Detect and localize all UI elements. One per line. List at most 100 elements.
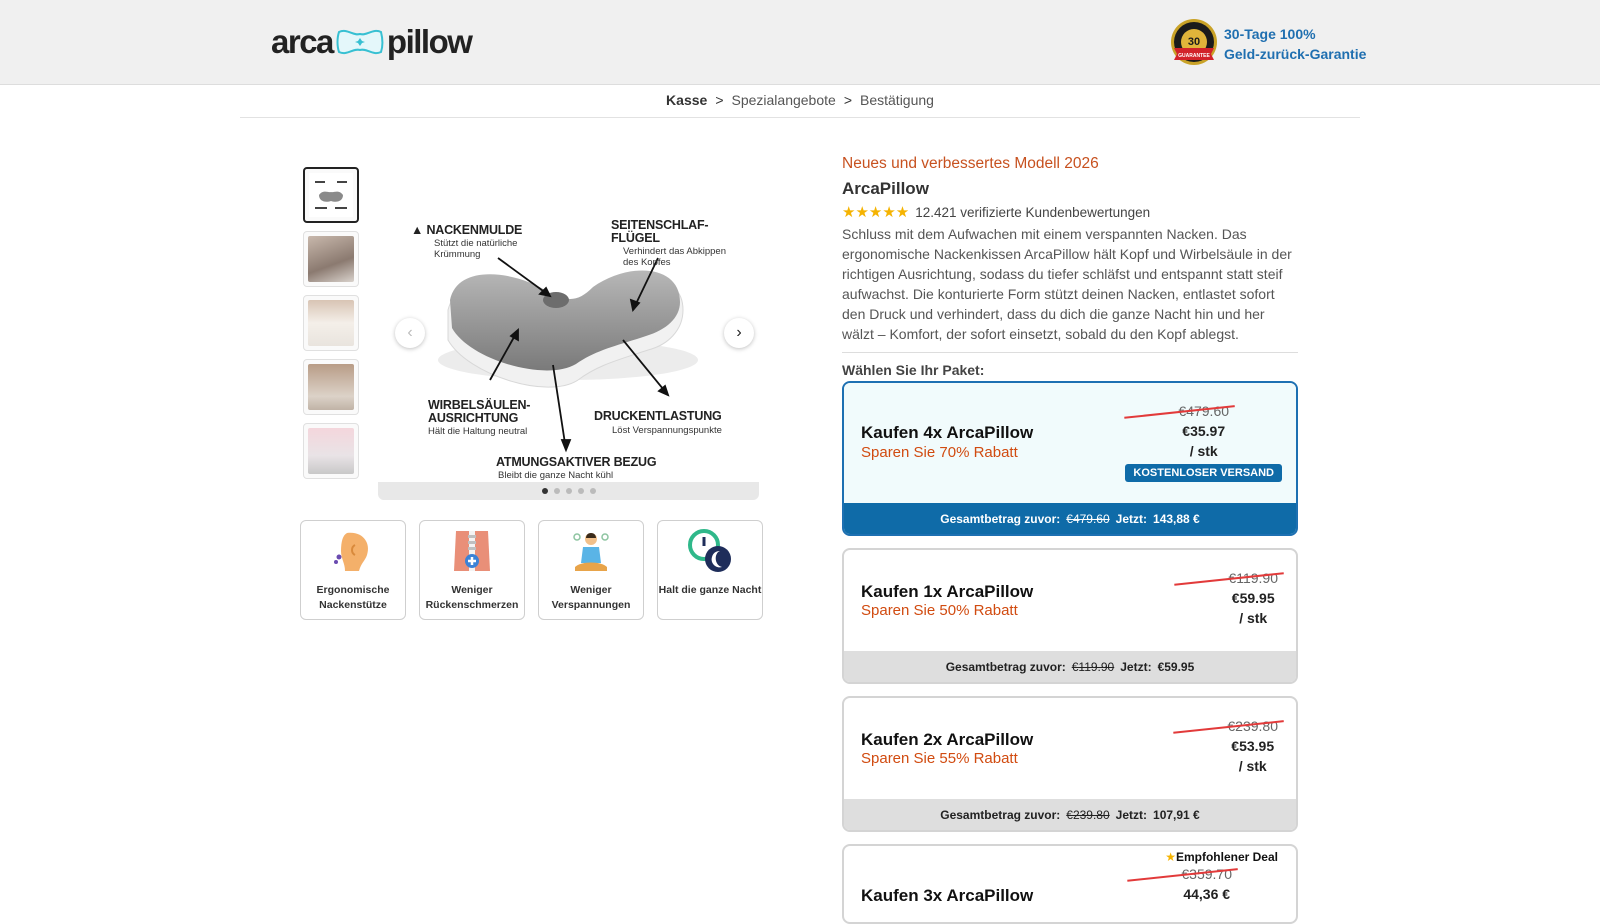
gallery-next-button[interactable]: › xyxy=(724,318,754,348)
thumbnail-list xyxy=(303,167,359,487)
gallery-dot-4[interactable] xyxy=(577,488,584,494)
feature-label: Weniger Rückenschmerzen xyxy=(425,584,519,611)
gallery-dot-5[interactable] xyxy=(589,488,596,494)
package-title: Kaufen 2x ArcaPillow xyxy=(861,730,1034,749)
neck-support-icon xyxy=(329,527,377,575)
package-title: Kaufen 1x ArcaPillow xyxy=(861,582,1034,601)
package-prices: €479.60 €35.97 / stk KOSTENLOSER VERSAND xyxy=(1125,403,1282,482)
feature-label: Weniger Verspannungen xyxy=(551,584,631,611)
package-old-price: €479.60 xyxy=(1174,403,1233,419)
package-old-price: €359.70 xyxy=(1177,866,1236,882)
pillow-illustration xyxy=(438,257,698,453)
package-unit-price: €35.97 xyxy=(1182,423,1226,439)
feature-sub-nackenmulde: Stützt die natürliche Krümmung xyxy=(434,238,518,260)
total-now-label: Jetzt: xyxy=(1120,659,1152,674)
total-now-value: €59.95 xyxy=(1157,659,1195,674)
logo-text-left: arca xyxy=(271,23,334,60)
total-before-value: €119.90 xyxy=(1071,659,1115,674)
gallery-dots xyxy=(378,482,759,500)
package-savings: Sparen Sie 55% Rabatt xyxy=(861,750,1018,767)
breadcrumb-separator: > xyxy=(843,92,852,108)
package-total-bar: Gesamtbetrag zuvor: €479.60 Jetzt: 143,8… xyxy=(844,503,1296,534)
thumbnail-2[interactable] xyxy=(303,231,359,287)
money-back-guarantee: 30 GUARANTEE 30-Tage 100% Geld-zurück-Ga… xyxy=(1168,18,1366,70)
package-unit-price: €59.95 xyxy=(1231,590,1275,606)
breadcrumb-divider xyxy=(240,117,1360,118)
svg-text:30: 30 xyxy=(1188,36,1200,48)
package-option-1x[interactable]: Kaufen 1x ArcaPillow Sparen Sie 50% Raba… xyxy=(842,548,1298,684)
package-unit-label: / stk xyxy=(1238,758,1267,774)
back-pain-icon xyxy=(448,527,496,575)
package-prices: €359.70 44,36 € xyxy=(1177,866,1236,902)
meditation-icon xyxy=(567,527,615,575)
breadcrumb-step-kasse: Kasse xyxy=(666,92,708,108)
total-before-value: €479.60 xyxy=(1066,511,1110,526)
package-option-2x[interactable]: Kaufen 2x ArcaPillow Sparen Sie 55% Raba… xyxy=(842,696,1298,832)
total-now-label: Jetzt: xyxy=(1115,511,1148,526)
package-savings: Sparen Sie 70% Rabatt xyxy=(861,444,1018,461)
gallery-dot-1[interactable] xyxy=(541,488,548,494)
breadcrumb-separator: > xyxy=(715,92,724,108)
package-old-price: €239.80 xyxy=(1223,718,1282,734)
checkout-breadcrumb: Kasse > Spezialangebote > Bestätigung xyxy=(0,92,1600,108)
choose-package-label: Wählen Sie Ihr Paket: xyxy=(842,362,985,378)
package-savings: Sparen Sie 50% Rabatt xyxy=(861,602,1018,619)
star-icon: ★ xyxy=(1165,850,1176,864)
feature-sub-atmungsaktiv: Bleibt die ganze Nacht kühl xyxy=(498,470,614,481)
feature-label-nackenmulde: ▲ NACKENMULDE xyxy=(411,223,523,237)
package-title: Kaufen 4x ArcaPillow xyxy=(861,423,1034,442)
logo[interactable]: arca pillow xyxy=(271,22,473,62)
product-description: Schluss mit dem Aufwachen mit einem vers… xyxy=(842,226,1292,342)
guarantee-line-2: Geld-zurück-Garantie xyxy=(1224,46,1367,62)
guarantee-seal-icon: 30 GUARANTEE xyxy=(1168,18,1220,70)
total-before-value: €239.80 xyxy=(1066,807,1110,822)
free-shipping-badge: KOSTENLOSER VERSAND xyxy=(1125,464,1282,482)
feature-sub-wirbelsaeule: Hält die Haltung neutral xyxy=(428,426,528,437)
new-model-tagline: Neues und verbessertes Modell 2026 xyxy=(842,155,1099,172)
feature-card-tension: Weniger Verspannungen xyxy=(538,520,644,620)
feature-label-atmungsaktiv: ATMUNGSAKTIVER BEZUG xyxy=(496,455,657,469)
feature-label: Ergonomische Nackenstütze xyxy=(316,584,390,611)
site-header: arca pillow 30 GUARANTEE 30-Tage 100% Ge… xyxy=(0,0,1600,85)
product-rating[interactable]: ★★★★★ 12.421 verifizierte Kundenbewertun… xyxy=(842,203,1298,221)
breadcrumb-step-spezialangebote: Spezialangebote xyxy=(731,92,836,108)
guarantee-line-1: 30-Tage 100% xyxy=(1224,26,1316,42)
package-option-4x[interactable]: Kaufen 4x ArcaPillow Sparen Sie 70% Raba… xyxy=(842,381,1298,536)
feature-label-wirbelsaeule: WIRBELSÄULEN- AUSRICHTUNG xyxy=(428,398,531,425)
feature-card-neck: Ergonomische Nackenstütze xyxy=(300,520,406,620)
package-option-3x[interactable]: ★Empfohlener Deal Kaufen 3x ArcaPillow €… xyxy=(842,844,1298,924)
rating-stars-icon: ★★★★★ xyxy=(842,204,910,221)
package-unit-label: / stk xyxy=(1189,443,1218,459)
divider xyxy=(842,352,1298,353)
feature-label: Halt die ganze Nacht xyxy=(658,584,762,596)
review-count: 12.421 verifizierte Kundenbewertungen xyxy=(915,204,1151,220)
package-title: Kaufen 3x ArcaPillow xyxy=(861,886,1034,905)
feature-sub-seitenschlaf: Verhindert das Abkippen des Kopfes xyxy=(623,246,726,268)
feature-cards: Ergonomische Nackenstütze Weniger Rücken… xyxy=(300,520,763,620)
clock-moon-icon xyxy=(686,527,734,575)
thumbnail-1[interactable] xyxy=(303,167,359,223)
feature-label-druckentlastung: DRUCKENTLASTUNG xyxy=(594,409,722,423)
svg-text:GUARANTEE: GUARANTEE xyxy=(1178,53,1210,59)
pillow-logo-icon xyxy=(335,26,385,58)
package-unit-price: €53.95 xyxy=(1231,738,1275,754)
package-old-price: €119.90 xyxy=(1224,570,1282,586)
thumbnail-4[interactable] xyxy=(303,359,359,415)
feature-card-back: Weniger Rückenschmerzen xyxy=(419,520,525,620)
gallery-prev-button[interactable]: ‹ xyxy=(395,318,425,348)
thumbnail-3[interactable] xyxy=(303,295,359,351)
total-now-label: Jetzt: xyxy=(1115,807,1148,822)
product-title: ArcaPillow xyxy=(842,179,929,198)
thumbnail-5[interactable] xyxy=(303,423,359,479)
total-before-label: Gesamtbetrag zuvor: xyxy=(945,659,1066,674)
total-before-label: Gesamtbetrag zuvor: xyxy=(940,807,1061,822)
gallery-dot-3[interactable] xyxy=(565,488,572,494)
package-prices: €119.90 €59.95 / stk xyxy=(1224,570,1282,626)
total-before-label: Gesamtbetrag zuvor: xyxy=(940,511,1061,526)
total-now-value: 107,91 € xyxy=(1153,807,1200,822)
package-total-bar: Gesamtbetrag zuvor: €239.80 Jetzt: 107,9… xyxy=(844,799,1296,830)
product-info: Neues und verbessertes Modell 2026 ArcaP… xyxy=(842,150,1298,378)
package-unit-label: / stk xyxy=(1239,610,1268,626)
package-total-bar: Gesamtbetrag zuvor: €119.90 Jetzt: €59.9… xyxy=(844,651,1296,682)
gallery-dot-2[interactable] xyxy=(553,488,560,494)
